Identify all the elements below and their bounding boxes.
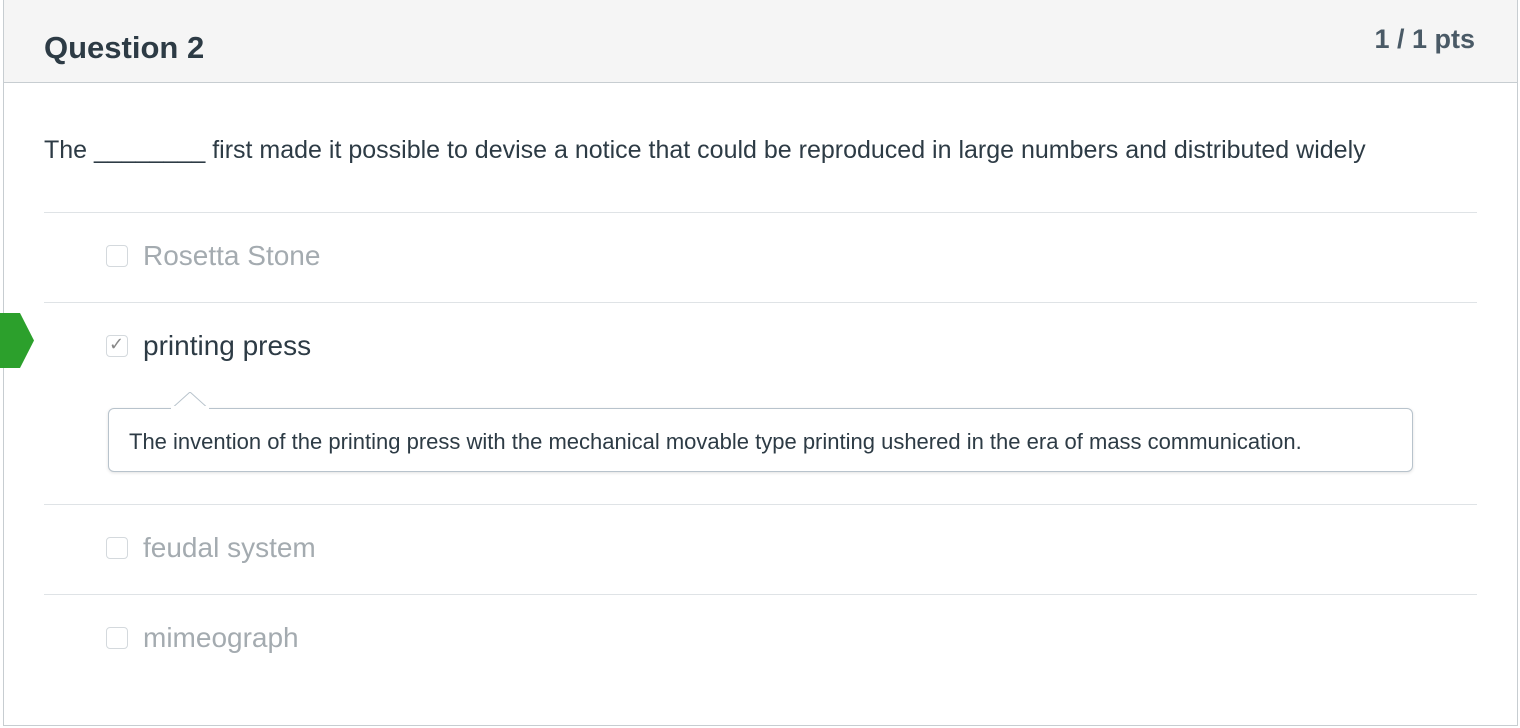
- question-text: The ________ first made it possible to d…: [44, 136, 1366, 164]
- answer-label: Rosetta Stone: [143, 240, 321, 271]
- answer-checkbox[interactable]: [106, 627, 128, 649]
- answer-checkbox-checked[interactable]: ✓: [106, 334, 128, 357]
- answer-label: feudal system: [143, 532, 316, 563]
- answer-checkbox[interactable]: [106, 245, 128, 267]
- quiz-question: Question 2 1 / 1 pts The ________ first …: [3, 0, 1518, 726]
- answer-comment: The invention of the printing press with…: [108, 408, 1413, 472]
- answer-rosetta-stone[interactable]: Rosetta Stone: [44, 213, 1477, 302]
- correct-answer-arrow-icon: [0, 313, 34, 368]
- question-title: Question 2: [44, 30, 205, 65]
- answer-checkbox[interactable]: [106, 537, 128, 559]
- answer-feudal-system[interactable]: feudal system: [44, 505, 1477, 594]
- question-header: Question 2 1 / 1 pts: [4, 0, 1517, 83]
- answer-comment-text: The invention of the printing press with…: [129, 429, 1302, 454]
- answer-label: mimeograph: [143, 622, 299, 653]
- answer-mimeograph[interactable]: mimeograph: [44, 595, 1477, 684]
- comment-arrow-join: [171, 406, 209, 410]
- question-points: 1 / 1 pts: [1374, 24, 1475, 54]
- answer-label: printing press: [143, 330, 312, 361]
- check-icon: ✓: [109, 334, 125, 355]
- answer-printing-press[interactable]: ✓ printing press: [44, 303, 1477, 392]
